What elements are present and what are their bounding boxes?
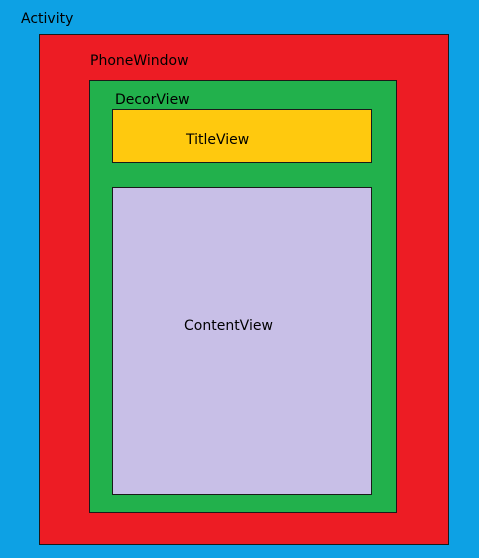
activity-label: Activity bbox=[21, 11, 74, 27]
phone-window-label: PhoneWindow bbox=[90, 53, 189, 69]
view-hierarchy-diagram: Activity PhoneWindow DecorView TitleView… bbox=[0, 0, 479, 558]
decor-view-label: DecorView bbox=[115, 92, 190, 108]
title-view-label: TitleView bbox=[186, 132, 250, 148]
content-view-label: ContentView bbox=[184, 318, 273, 334]
content-view-box bbox=[112, 187, 372, 495]
